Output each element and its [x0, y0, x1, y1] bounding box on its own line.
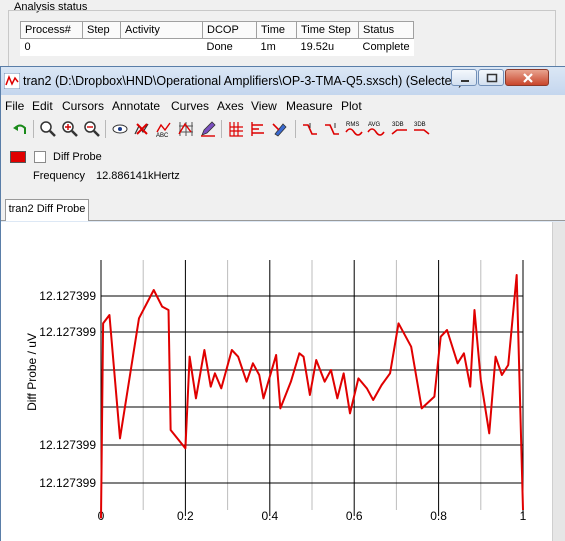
- cell-time-step: 19.52u: [300, 41, 335, 54]
- menu-axes[interactable]: Axes: [217, 99, 244, 113]
- menu-view[interactable]: View: [251, 99, 277, 113]
- close-button[interactable]: [505, 69, 549, 86]
- title-bar[interactable]: tran2 (D:\Dropbox\HND\Operational Amplif…: [1, 67, 565, 95]
- plot-area[interactable]: 12.127399 12.127399 12.127399 12.127399 0 0.2…: [1, 222, 565, 541]
- screen: Analysis status Process# Step Activity D…: [0, 0, 565, 541]
- toolbar-separator: [33, 120, 34, 138]
- brush-icon[interactable]: [271, 120, 289, 138]
- waveform-app-icon: [4, 73, 20, 89]
- minimize-button[interactable]: [451, 69, 477, 86]
- col-header-status[interactable]: Status: [357, 21, 415, 39]
- menu-measure[interactable]: Measure: [286, 99, 333, 113]
- y-tick-label: 12.127399: [39, 476, 96, 490]
- delete-curve-icon[interactable]: [133, 120, 151, 138]
- graph-tab-strip: tran2 Diff Probe: [1, 193, 565, 221]
- frequency-label: Frequency: [33, 170, 85, 182]
- menu-plot[interactable]: Plot: [341, 99, 362, 113]
- col-header-process[interactable]: Process#: [20, 21, 83, 39]
- grid-icon[interactable]: [227, 120, 245, 138]
- x-tick-label: 0.8: [430, 509, 447, 523]
- pencil-icon[interactable]: [199, 120, 217, 138]
- zoom-out-icon[interactable]: [83, 120, 101, 138]
- menu-curves[interactable]: Curves: [171, 99, 209, 113]
- y-tick-label: 12.127399: [39, 289, 96, 303]
- 3db-label: 3DB: [392, 122, 404, 128]
- x-tick-label: 0.6: [346, 509, 363, 523]
- fall-time-icon[interactable]: [323, 120, 341, 138]
- cell-time: 1m: [260, 41, 276, 54]
- menu-annotate[interactable]: Annotate: [112, 99, 160, 113]
- cell-step: [83, 39, 121, 56]
- zoom-fit-icon[interactable]: [39, 120, 57, 138]
- curve-name[interactable]: Diff Probe: [53, 151, 102, 163]
- graph-window: tran2 (D:\Dropbox\HND\Operational Amplif…: [0, 66, 565, 541]
- avg-label: AVG: [368, 122, 381, 128]
- toolbar: ABC RMS AVG 3DB 3DB: [1, 117, 565, 143]
- menu-bar: File Edit Cursors Annotate Curves Axes V…: [1, 95, 565, 117]
- toolbar-separator: [295, 120, 296, 138]
- col-header-time[interactable]: Time: [256, 21, 297, 39]
- curve-color-swatch[interactable]: [10, 151, 26, 163]
- maximize-button[interactable]: [478, 69, 504, 86]
- cell-dcop: Done: [206, 41, 233, 54]
- avg-icon[interactable]: AVG: [367, 120, 385, 138]
- x-tick-label: 1: [520, 509, 527, 523]
- cell-process: 0: [24, 41, 31, 54]
- cursor-grid-icon[interactable]: [177, 120, 195, 138]
- menu-file[interactable]: File: [5, 99, 24, 113]
- cell-status: Complete: [362, 41, 410, 54]
- rms-label: RMS: [346, 122, 359, 128]
- col-header-dcop[interactable]: DCOP: [202, 21, 257, 39]
- eye-icon[interactable]: [111, 120, 129, 138]
- abc-label-icon[interactable]: ABC: [155, 120, 173, 138]
- curve-select-checkbox[interactable]: [34, 151, 46, 163]
- window-title: tran2 (D:\Dropbox\HND\Operational Amplif…: [23, 74, 463, 88]
- 3db-label: 3DB: [414, 122, 426, 128]
- y-tick-label: 12.127399: [39, 325, 96, 339]
- waveform-chart: 12.12739912.12739912.12739912.1273990 0.2…: [25, 260, 527, 523]
- toolbar-separator: [221, 120, 222, 138]
- frequency-value: 12.886141kHertz: [96, 170, 180, 182]
- maximize-icon: [486, 73, 498, 83]
- menu-cursors[interactable]: Cursors: [62, 99, 104, 113]
- minimize-icon: [461, 80, 469, 82]
- curve-legend: Diff Probe Frequency 12.886141kHertz: [1, 143, 565, 193]
- rms-icon[interactable]: RMS: [345, 120, 363, 138]
- toolbar-separator: [105, 120, 106, 138]
- 3db-high-icon[interactable]: 3DB: [391, 120, 409, 138]
- x-tick-label: 0.2: [177, 509, 194, 523]
- menu-edit[interactable]: Edit: [32, 99, 53, 113]
- close-icon: [523, 73, 533, 83]
- y-tick-label: 12.127399: [39, 438, 96, 452]
- tab-tran2-diff-probe[interactable]: tran2 Diff Probe: [5, 199, 89, 221]
- cell-activity: [121, 39, 203, 56]
- svg-text:ABC: ABC: [156, 133, 169, 138]
- col-header-step[interactable]: Step: [82, 21, 121, 39]
- vertical-scrollbar[interactable]: [552, 222, 565, 541]
- rise-time-icon[interactable]: [301, 120, 319, 138]
- analysis-status-table: Process# Step Activity DCOP Time Time St…: [20, 21, 415, 56]
- y-axis-label: Diff Probe / uV: [25, 333, 39, 411]
- undo-icon[interactable]: [11, 120, 29, 138]
- table-row[interactable]: 0 Done 1m 19.52u Complete: [21, 39, 414, 56]
- col-header-time-step[interactable]: Time Step: [296, 21, 359, 39]
- col-header-activity[interactable]: Activity: [120, 21, 203, 39]
- x-tick-label: 0.4: [261, 509, 278, 523]
- 3db-low-icon[interactable]: 3DB: [413, 120, 431, 138]
- zoom-in-icon[interactable]: [61, 120, 79, 138]
- align-icon[interactable]: [249, 120, 267, 138]
